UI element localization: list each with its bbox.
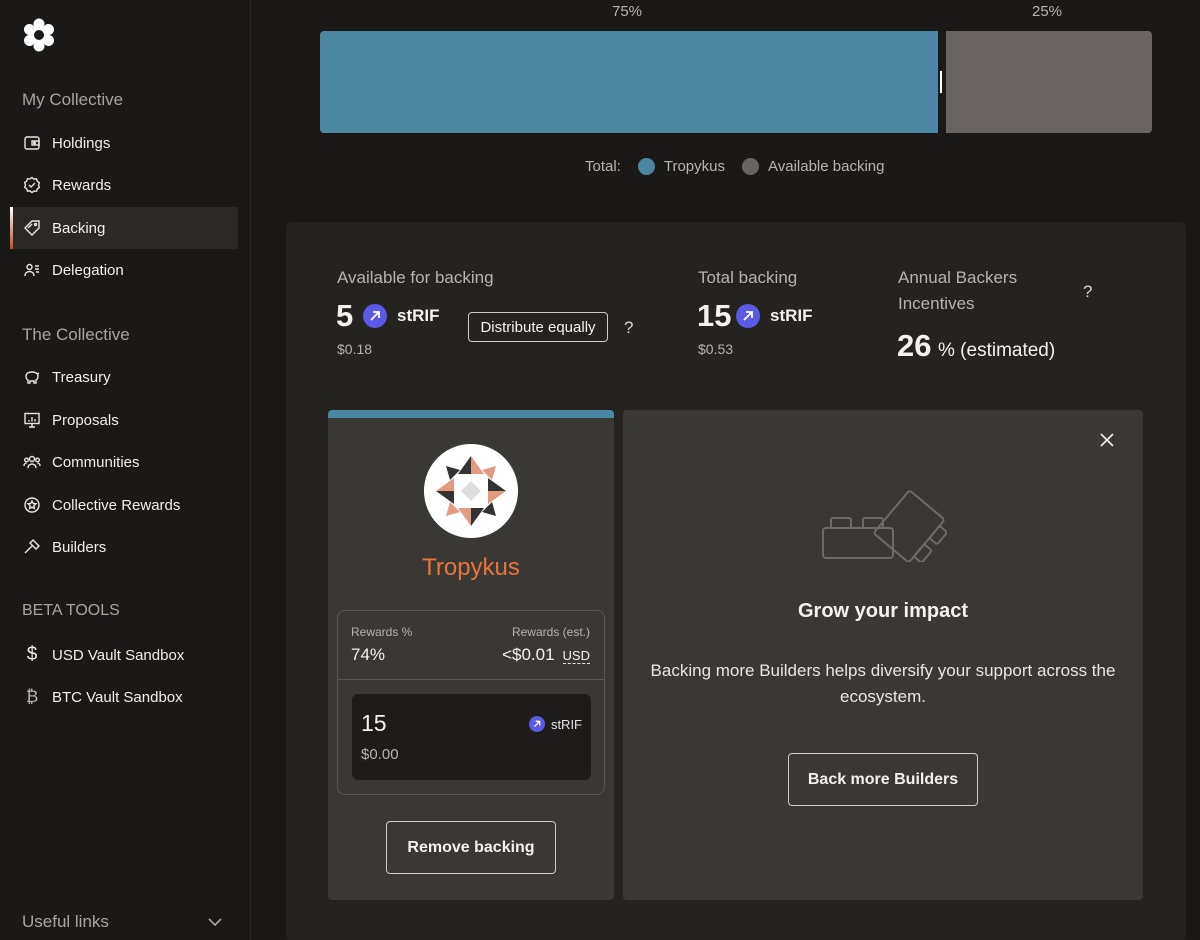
allocation-drag-handle[interactable] [940, 71, 942, 93]
beta-tools-heading: BETA TOOLS [22, 602, 120, 619]
total-backing-label: Total backing [698, 268, 798, 287]
badge-check-icon [22, 175, 42, 195]
sidebar-item-proposals[interactable]: Proposals [10, 399, 238, 441]
total-backing-token-label: stRIF [770, 306, 813, 325]
close-icon[interactable] [1099, 432, 1115, 448]
sidebar: My Collective Holdings Rewards Backing D… [0, 0, 251, 940]
backing-amount-value: 15 [361, 710, 387, 736]
building-blocks-icon [819, 480, 948, 564]
rewards-est: <$0.01 USD [502, 645, 590, 665]
users-icon [22, 260, 42, 280]
presentation-icon [22, 410, 42, 430]
rewards-divider [338, 679, 604, 680]
legend-dot-tropykus [637, 158, 655, 175]
backing-amount-usd: $0.00 [361, 746, 399, 763]
total-backing-usd: $0.53 [698, 341, 734, 357]
sidebar-item-label: BTC Vault Sandbox [52, 688, 183, 706]
my-collective-heading: My Collective [22, 90, 124, 109]
allocation-bar-tropykus[interactable] [320, 31, 938, 133]
available-token-label: stRIF [397, 306, 440, 325]
grow-impact-card: Grow your impact Backing more Builders h… [623, 410, 1143, 900]
sidebar-item-rewards[interactable]: Rewards [10, 164, 238, 206]
sidebar-item-delegation[interactable]: Delegation [10, 249, 238, 291]
strif-token-icon [363, 304, 387, 328]
sidebar-item-builders[interactable]: Builders [10, 526, 238, 568]
sidebar-item-label: Builders [52, 538, 107, 556]
sidebar-item-treasury[interactable]: Treasury [10, 356, 238, 398]
incentives-help-icon[interactable]: ? [1083, 282, 1092, 302]
sidebar-item-collective-rewards[interactable]: Collective Rewards [10, 484, 238, 526]
total-backing-token: stRIF [736, 304, 813, 328]
legend-dot-available [742, 158, 759, 175]
sidebar-item-backing[interactable]: Backing [10, 207, 238, 249]
star-badge-icon [22, 495, 42, 515]
available-token: stRIF [363, 304, 440, 328]
backing-token: stRIF [528, 716, 582, 732]
legend-label-tropykus: Tropykus [663, 158, 725, 175]
rewards-est-unit[interactable]: USD [562, 648, 590, 664]
the-collective-heading: The Collective [22, 325, 130, 344]
useful-links-label: Useful links [22, 912, 109, 931]
allocation-legend: Total: Tropykus Available backing [585, 158, 884, 175]
allocation-bar-available [946, 31, 1152, 133]
chevron-down-icon [208, 912, 222, 932]
sidebar-item-label: Backing [52, 219, 106, 237]
rewards-box: Rewards % 74% Rewards (est.) <$0.01 USD … [337, 610, 605, 795]
legend-label-available: Available backing [768, 158, 885, 175]
legend-total-label: Total: [585, 158, 621, 175]
rewards-est-label: Rewards (est.) [511, 625, 590, 639]
builder-name[interactable]: Tropykus [328, 554, 614, 582]
distribute-equally-button[interactable]: Distribute equally [468, 312, 608, 342]
useful-links-toggle[interactable]: Useful links [22, 912, 222, 932]
backing-token-label: stRIF [550, 716, 582, 732]
rewards-percent-label: Rewards % [351, 625, 413, 639]
available-for-backing-label: Available for backing [337, 268, 494, 287]
rewards-percent-value: 74% [351, 645, 386, 664]
annual-incentives-label-line2: Incentives [898, 294, 975, 313]
builder-card-tropykus: Tropykus Rewards % 74% Rewards (est.) <$… [328, 410, 614, 900]
people-group-icon [22, 452, 42, 472]
sidebar-item-label: Communities [52, 453, 140, 471]
back-more-builders-button[interactable]: Back more Builders [788, 753, 978, 806]
sidebar-item-label: Holdings [52, 134, 111, 152]
available-usd: $0.18 [337, 341, 373, 357]
tropykus-avatar [424, 444, 518, 538]
sidebar-item-label: Delegation [52, 261, 124, 279]
rewards-est-value: <$0.01 [502, 645, 555, 664]
bitcoin-icon: ₿ [25, 687, 39, 706]
strif-token-icon [528, 716, 545, 732]
sidebar-item-communities[interactable]: Communities [10, 441, 238, 483]
sidebar-item-label: Collective Rewards [52, 496, 181, 514]
collective-logo-icon[interactable] [22, 18, 56, 52]
total-backing-amount: 15 [697, 298, 732, 333]
sidebar-item-holdings[interactable]: Holdings [10, 122, 238, 164]
allocation-right-percent: 25% [1032, 3, 1063, 20]
remove-backing-button[interactable]: Remove backing [386, 821, 556, 874]
annual-incentives-value: 26 [897, 328, 932, 363]
sidebar-item-btc-vault-sandbox[interactable]: ₿ BTC Vault Sandbox [10, 676, 238, 718]
tag-icon [22, 218, 42, 238]
sidebar-item-usd-vault-sandbox[interactable]: $ USD Vault Sandbox [10, 634, 238, 676]
dollar-icon: $ [26, 644, 38, 665]
grow-impact-text: Backing more Builders helps diversify yo… [650, 661, 1116, 706]
sidebar-item-label: Proposals [52, 411, 119, 429]
backing-amount-input[interactable]: 15 $0.00 stRIF [352, 694, 591, 780]
grow-impact-title: Grow your impact [797, 600, 969, 622]
hammer-icon [22, 537, 42, 557]
annual-incentives-suffix: % (estimated) [938, 340, 1056, 361]
sidebar-item-label: USD Vault Sandbox [52, 646, 185, 664]
piggy-bank-icon [22, 367, 42, 387]
builder-card-accent [328, 410, 614, 418]
sidebar-item-label: Rewards [52, 176, 112, 194]
strif-token-icon [736, 304, 760, 328]
annual-incentives-label-line1: Annual Backers [898, 268, 1018, 287]
available-amount: 5 [336, 298, 354, 333]
sidebar-item-label: Treasury [52, 368, 111, 386]
distribute-help-icon[interactable]: ? [624, 318, 633, 338]
wallet-icon [22, 133, 42, 153]
allocation-left-percent: 75% [612, 3, 643, 20]
